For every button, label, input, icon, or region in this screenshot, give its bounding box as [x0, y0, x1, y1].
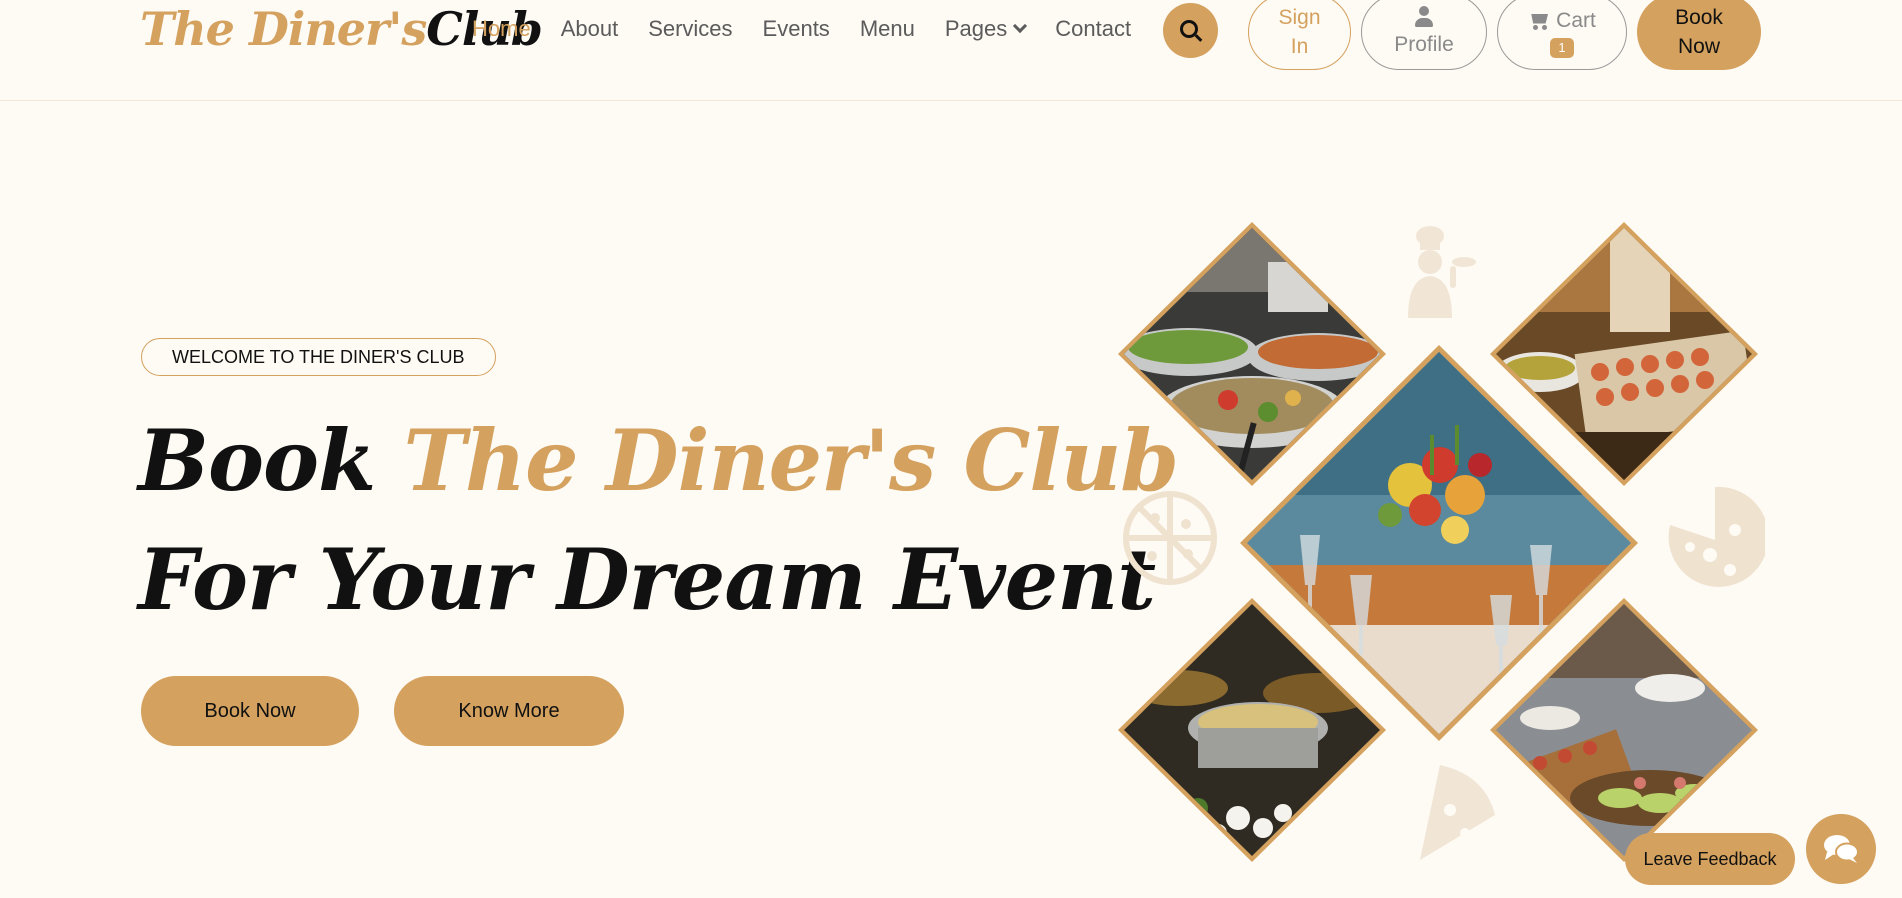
- profile-button[interactable]: Profile: [1361, 0, 1487, 70]
- sign-in-label-1: Sign: [1278, 6, 1321, 29]
- chat-button[interactable]: [1806, 814, 1876, 884]
- nav-contact[interactable]: Contact: [1055, 14, 1131, 44]
- welcome-badge: WELCOME TO THE DINER'S CLUB: [141, 338, 496, 376]
- appetizer-board-photo: [1490, 598, 1758, 862]
- hero-title-line2: For Your Dream Event: [138, 530, 1156, 629]
- chevron-down-icon: [1013, 18, 1028, 34]
- hot-buffet-photo: [1118, 598, 1386, 862]
- main-nav: Home About Services Events Menu Pages Co…: [472, 14, 1161, 44]
- hero-title-book: Book: [138, 411, 376, 510]
- search-icon: [1180, 20, 1198, 38]
- leave-feedback-button[interactable]: Leave Feedback: [1625, 833, 1795, 885]
- cart-label: Cart: [1556, 9, 1596, 32]
- nav-about[interactable]: About: [561, 14, 619, 44]
- pizza-slice-icon-2: [1420, 765, 1495, 860]
- pizza-icon: [1123, 491, 1217, 585]
- profile-label: Profile: [1394, 32, 1454, 56]
- nav-pages-label: Pages: [944, 16, 1008, 41]
- chef-icon: [1408, 226, 1476, 318]
- book-label-2: Now: [1677, 35, 1720, 58]
- book-label-1: Book: [1675, 6, 1723, 29]
- nav-pages-dropdown[interactable]: Pages: [944, 14, 1028, 44]
- header-book-now-button[interactable]: Book Now: [1637, 0, 1761, 70]
- site-header: The Diner'sClub Home About Services Even…: [0, 0, 1902, 101]
- hero-book-now-button[interactable]: Book Now: [141, 676, 359, 746]
- sign-in-label-2: In: [1290, 35, 1309, 58]
- nav-events[interactable]: Events: [763, 14, 830, 44]
- hero-gallery: [1110, 210, 1770, 875]
- logo-text-gold: The Diner's: [140, 2, 427, 56]
- cart-count-badge: 1: [1550, 38, 1574, 58]
- nav-services[interactable]: Services: [648, 14, 732, 44]
- user-icon: [1413, 5, 1435, 28]
- hero-title-brand: The Diner's Club: [403, 411, 1180, 510]
- know-more-button[interactable]: Know More: [394, 676, 624, 746]
- cart-button[interactable]: Cart 1: [1497, 0, 1627, 70]
- search-button[interactable]: [1163, 3, 1218, 58]
- nav-menu[interactable]: Menu: [860, 14, 915, 44]
- cart-icon: [1528, 12, 1550, 30]
- hero-title-line1: Book The Diner's Club: [138, 411, 1180, 510]
- chat-bubbles-icon: [1824, 835, 1859, 863]
- pizza-slice-icon: [1668, 486, 1765, 587]
- nav-home[interactable]: Home: [472, 14, 531, 44]
- sign-in-button[interactable]: Sign In: [1248, 0, 1351, 70]
